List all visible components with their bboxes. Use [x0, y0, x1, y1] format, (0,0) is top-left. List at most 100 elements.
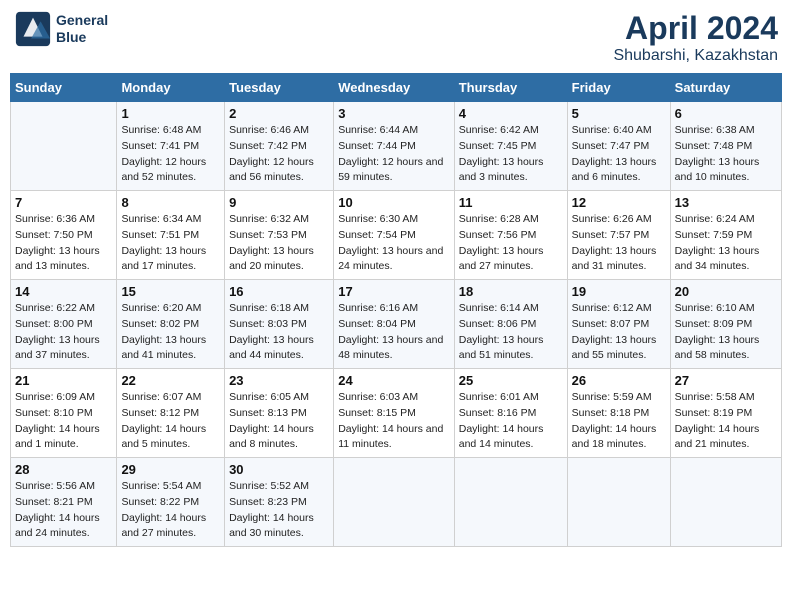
calendar-body: 1Sunrise: 6:48 AMSunset: 7:41 PMDaylight…	[11, 102, 782, 547]
day-number: 24	[338, 373, 450, 388]
day-number: 23	[229, 373, 329, 388]
day-detail: Sunrise: 6:05 AMSunset: 8:13 PMDaylight:…	[229, 390, 329, 453]
day-number: 11	[459, 195, 563, 210]
day-detail: Sunrise: 6:01 AMSunset: 8:16 PMDaylight:…	[459, 390, 563, 453]
day-detail: Sunrise: 5:54 AMSunset: 8:22 PMDaylight:…	[121, 479, 220, 542]
day-detail: Sunrise: 5:56 AMSunset: 8:21 PMDaylight:…	[15, 479, 112, 542]
header-cell-friday: Friday	[567, 74, 670, 102]
day-cell	[334, 458, 455, 547]
day-cell: 27Sunrise: 5:58 AMSunset: 8:19 PMDayligh…	[670, 369, 781, 458]
day-number: 8	[121, 195, 220, 210]
day-number: 18	[459, 284, 563, 299]
day-cell: 16 Sunrise: 6:18 AMSunset: 8:03 PMDayligh…	[225, 280, 334, 369]
day-cell	[567, 458, 670, 547]
day-cell: 18 Sunrise: 6:14 AMSunset: 8:06 PMDayligh…	[454, 280, 567, 369]
day-detail: Sunrise: 6:22 AMSunset: 8:00 PMDaylight:…	[15, 301, 112, 364]
day-cell: 24 Sunrise: 6:03 AMSunset: 8:15 PMDayligh…	[334, 369, 455, 458]
day-detail: Sunrise: 6:18 AMSunset: 8:03 PMDaylight:…	[229, 301, 329, 364]
day-number: 20	[675, 284, 777, 299]
day-number: 10	[338, 195, 450, 210]
day-detail: Sunrise: 6:16 AMSunset: 8:04 PMDaylight:…	[338, 301, 450, 364]
main-title: April 2024	[613, 10, 778, 47]
day-cell: 14 Sunrise: 6:22 AMSunset: 8:00 PMDayligh…	[11, 280, 117, 369]
day-cell: 25Sunrise: 6:01 AMSunset: 8:16 PMDayligh…	[454, 369, 567, 458]
day-number: 16	[229, 284, 329, 299]
day-detail: Sunrise: 6:42 AMSunset: 7:45 PMDaylight:…	[459, 123, 563, 186]
day-cell: 20 Sunrise: 6:10 AMSunset: 8:09 PMDayligh…	[670, 280, 781, 369]
day-cell: 8Sunrise: 6:34 AMSunset: 7:51 PMDaylight…	[117, 191, 225, 280]
day-cell: 28 Sunrise: 5:56 AMSunset: 8:21 PMDayligh…	[11, 458, 117, 547]
day-detail: Sunrise: 6:24 AMSunset: 7:59 PMDaylight:…	[675, 212, 777, 275]
day-number: 6	[675, 106, 777, 121]
title-block: April 2024 Shubarshi, Kazakhstan	[613, 10, 778, 65]
logo: General Blue	[14, 10, 108, 48]
day-cell: 7Sunrise: 6:36 AMSunset: 7:50 PMDaylight…	[11, 191, 117, 280]
day-detail: Sunrise: 6:20 AMSunset: 8:02 PMDaylight:…	[121, 301, 220, 364]
day-detail: Sunrise: 6:38 AMSunset: 7:48 PMDaylight:…	[675, 123, 777, 186]
logo-line1: General	[56, 12, 108, 29]
day-cell: 15 Sunrise: 6:20 AMSunset: 8:02 PMDayligh…	[117, 280, 225, 369]
day-cell: 5 Sunrise: 6:40 AMSunset: 7:47 PMDaylight…	[567, 102, 670, 191]
day-number: 15	[121, 284, 220, 299]
day-cell: 29 Sunrise: 5:54 AMSunset: 8:22 PMDayligh…	[117, 458, 225, 547]
day-detail: Sunrise: 6:46 AMSunset: 7:42 PMDaylight:…	[229, 123, 329, 186]
week-row-5: 28 Sunrise: 5:56 AMSunset: 8:21 PMDayligh…	[11, 458, 782, 547]
day-cell: 4 Sunrise: 6:42 AMSunset: 7:45 PMDaylight…	[454, 102, 567, 191]
day-detail: Sunrise: 6:48 AMSunset: 7:41 PMDaylight:…	[121, 123, 220, 186]
day-cell: 21 Sunrise: 6:09 AMSunset: 8:10 PMDayligh…	[11, 369, 117, 458]
day-number: 5	[572, 106, 666, 121]
day-number: 19	[572, 284, 666, 299]
day-detail: Sunrise: 6:03 AMSunset: 8:15 PMDaylight:…	[338, 390, 450, 453]
week-row-1: 1Sunrise: 6:48 AMSunset: 7:41 PMDaylight…	[11, 102, 782, 191]
day-number: 2	[229, 106, 329, 121]
header-cell-wednesday: Wednesday	[334, 74, 455, 102]
day-cell: 2 Sunrise: 6:46 AMSunset: 7:42 PMDaylight…	[225, 102, 334, 191]
day-cell: 26 Sunrise: 5:59 AMSunset: 8:18 PMDayligh…	[567, 369, 670, 458]
day-detail: Sunrise: 5:59 AMSunset: 8:18 PMDaylight:…	[572, 390, 666, 453]
day-cell: 17 Sunrise: 6:16 AMSunset: 8:04 PMDayligh…	[334, 280, 455, 369]
day-detail: Sunrise: 6:26 AMSunset: 7:57 PMDaylight:…	[572, 212, 666, 275]
day-cell: 19 Sunrise: 6:12 AMSunset: 8:07 PMDayligh…	[567, 280, 670, 369]
day-cell: 9Sunrise: 6:32 AMSunset: 7:53 PMDaylight…	[225, 191, 334, 280]
day-number: 21	[15, 373, 112, 388]
day-cell: 12 Sunrise: 6:26 AMSunset: 7:57 PMDayligh…	[567, 191, 670, 280]
day-cell	[670, 458, 781, 547]
day-detail: Sunrise: 6:09 AMSunset: 8:10 PMDaylight:…	[15, 390, 112, 453]
day-cell	[11, 102, 117, 191]
day-cell	[454, 458, 567, 547]
day-number: 22	[121, 373, 220, 388]
logo-text: General Blue	[56, 12, 108, 46]
day-number: 12	[572, 195, 666, 210]
day-number: 29	[121, 462, 220, 477]
day-cell: 1Sunrise: 6:48 AMSunset: 7:41 PMDaylight…	[117, 102, 225, 191]
day-cell: 13 Sunrise: 6:24 AMSunset: 7:59 PMDayligh…	[670, 191, 781, 280]
day-number: 3	[338, 106, 450, 121]
day-number: 17	[338, 284, 450, 299]
day-detail: Sunrise: 5:52 AMSunset: 8:23 PMDaylight:…	[229, 479, 329, 542]
day-cell: 10 Sunrise: 6:30 AMSunset: 7:54 PMDayligh…	[334, 191, 455, 280]
day-detail: Sunrise: 6:28 AMSunset: 7:56 PMDaylight:…	[459, 212, 563, 275]
day-number: 13	[675, 195, 777, 210]
week-row-2: 7Sunrise: 6:36 AMSunset: 7:50 PMDaylight…	[11, 191, 782, 280]
day-cell: 22 Sunrise: 6:07 AMSunset: 8:12 PMDayligh…	[117, 369, 225, 458]
header-cell-thursday: Thursday	[454, 74, 567, 102]
calendar-table: SundayMondayTuesdayWednesdayThursdayFrid…	[10, 73, 782, 547]
day-cell: 30Sunrise: 5:52 AMSunset: 8:23 PMDayligh…	[225, 458, 334, 547]
day-number: 26	[572, 373, 666, 388]
day-detail: Sunrise: 6:36 AMSunset: 7:50 PMDaylight:…	[15, 212, 112, 275]
subtitle: Shubarshi, Kazakhstan	[613, 47, 778, 65]
day-number: 14	[15, 284, 112, 299]
header-cell-sunday: Sunday	[11, 74, 117, 102]
day-number: 28	[15, 462, 112, 477]
day-detail: Sunrise: 6:12 AMSunset: 8:07 PMDaylight:…	[572, 301, 666, 364]
week-row-3: 14 Sunrise: 6:22 AMSunset: 8:00 PMDayligh…	[11, 280, 782, 369]
day-number: 4	[459, 106, 563, 121]
day-detail: Sunrise: 6:30 AMSunset: 7:54 PMDaylight:…	[338, 212, 450, 275]
header-row: SundayMondayTuesdayWednesdayThursdayFrid…	[11, 74, 782, 102]
day-detail: Sunrise: 6:07 AMSunset: 8:12 PMDaylight:…	[121, 390, 220, 453]
day-detail: Sunrise: 6:10 AMSunset: 8:09 PMDaylight:…	[675, 301, 777, 364]
day-detail: Sunrise: 6:14 AMSunset: 8:06 PMDaylight:…	[459, 301, 563, 364]
day-detail: Sunrise: 6:40 AMSunset: 7:47 PMDaylight:…	[572, 123, 666, 186]
day-cell: 6 Sunrise: 6:38 AMSunset: 7:48 PMDaylight…	[670, 102, 781, 191]
header-cell-saturday: Saturday	[670, 74, 781, 102]
